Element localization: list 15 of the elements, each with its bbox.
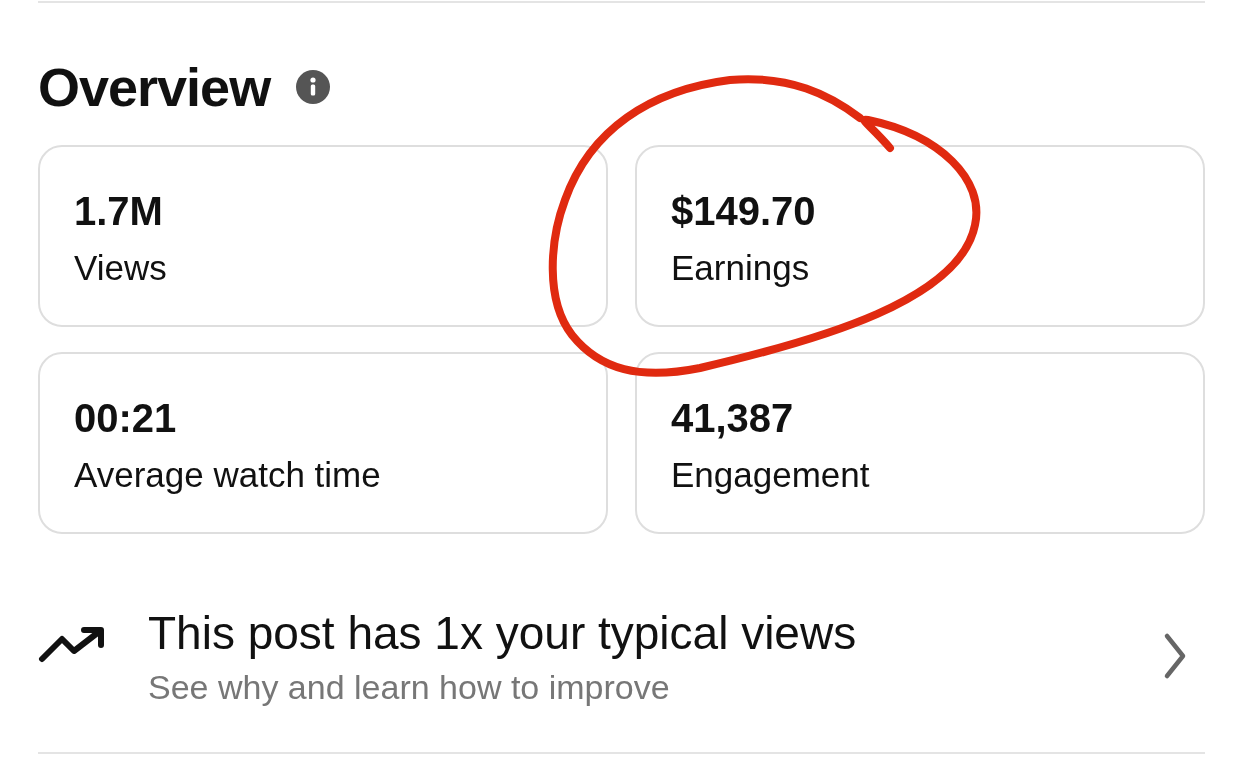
stat-label: Engagement bbox=[671, 455, 870, 495]
stat-value: 41,387 bbox=[671, 396, 794, 441]
stat-label: Views bbox=[74, 248, 167, 288]
section-title: Overview bbox=[38, 56, 271, 118]
insight-subtitle: See why and learn how to improve bbox=[148, 667, 670, 707]
stat-value: 1.7M bbox=[74, 189, 163, 234]
chevron-right-icon bbox=[1163, 632, 1187, 680]
stat-value: 00:21 bbox=[74, 396, 177, 441]
insight-row[interactable]: This post has 1x your typical views See why and learn how to improve bbox=[38, 596, 1205, 716]
stat-label: Average watch time bbox=[74, 455, 381, 495]
insight-title: This post has 1x your typical views bbox=[148, 605, 857, 660]
info-icon[interactable] bbox=[296, 70, 331, 104]
stat-label: Earnings bbox=[671, 248, 810, 288]
stat-value: $149.70 bbox=[671, 189, 816, 234]
trending-up-icon bbox=[38, 625, 106, 665]
